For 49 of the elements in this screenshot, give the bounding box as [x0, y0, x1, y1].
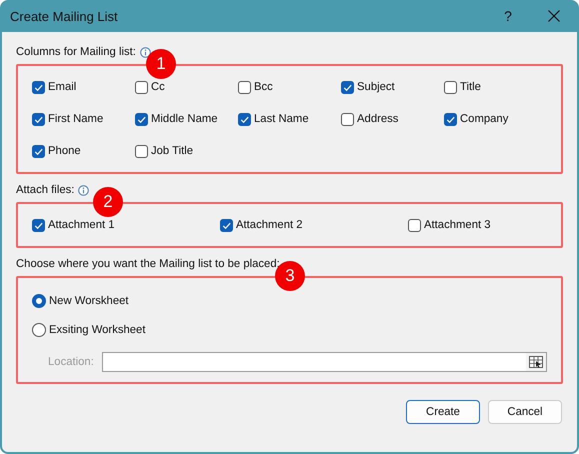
checkbox-label[interactable]: Subject: [357, 81, 395, 93]
checkbox-label[interactable]: Title: [460, 81, 481, 93]
checkbox-label[interactable]: Company: [460, 113, 508, 125]
checkbox-label[interactable]: Middle Name: [151, 113, 218, 125]
checkbox[interactable]: [341, 80, 354, 94]
checkbox-label[interactable]: Last Name: [254, 113, 309, 125]
window-title: Create Mailing List: [10, 8, 119, 24]
checkbox[interactable]: [32, 112, 45, 126]
number-badge: 1: [146, 49, 176, 79]
checkbox-label[interactable]: Bcc: [254, 81, 273, 93]
checkbox[interactable]: [444, 80, 457, 94]
radio-label[interactable]: New Worskheet: [49, 295, 129, 307]
checkbox[interactable]: [220, 218, 233, 232]
checkbox[interactable]: [444, 112, 457, 126]
checkbox-label[interactable]: Phone: [48, 145, 81, 157]
checkbox[interactable]: [238, 112, 251, 126]
checkbox-label[interactable]: Address: [357, 113, 398, 125]
location-field[interactable]: [102, 352, 547, 372]
checkbox[interactable]: [135, 112, 148, 126]
close-icon[interactable]: [548, 10, 560, 22]
number-badge: 2: [93, 187, 123, 217]
dialog-button[interactable]: Cancel: [488, 400, 562, 424]
checkbox[interactable]: [135, 80, 148, 94]
checkbox[interactable]: [238, 80, 251, 94]
radio-button[interactable]: [32, 294, 46, 308]
radio-button[interactable]: [32, 323, 46, 337]
section-label: Attach files:: [16, 184, 74, 196]
checkbox-label[interactable]: Email: [48, 81, 76, 93]
radio-label[interactable]: Exsiting Worksheet: [49, 324, 146, 336]
checkbox[interactable]: [32, 144, 45, 158]
checkbox[interactable]: [135, 144, 148, 158]
checkbox-label[interactable]: Attachment 3: [424, 219, 491, 231]
info-icon[interactable]: [78, 184, 90, 196]
checkbox-label[interactable]: Attachment 2: [236, 219, 303, 231]
location-label: Location:: [48, 356, 94, 368]
section-label: Columns for Mailing list:: [16, 46, 136, 58]
dialog-button[interactable]: Create: [406, 400, 480, 424]
info-icon[interactable]: [140, 46, 151, 58]
section-label: Choose where you want the Mailing list to be placed:: [16, 258, 280, 270]
checkbox[interactable]: [341, 112, 354, 126]
checkbox-label[interactable]: Cc: [151, 81, 165, 93]
checkbox-label[interactable]: Attachment 1: [48, 219, 115, 231]
checkbox[interactable]: [408, 218, 421, 232]
range-picker-icon[interactable]: [526, 353, 546, 371]
checkbox[interactable]: [32, 218, 45, 232]
checkbox-label[interactable]: Job Title: [151, 145, 194, 157]
checkbox[interactable]: [32, 80, 45, 94]
checkbox-label[interactable]: First Name: [48, 113, 104, 125]
help-button[interactable]: ?: [485, 0, 531, 32]
